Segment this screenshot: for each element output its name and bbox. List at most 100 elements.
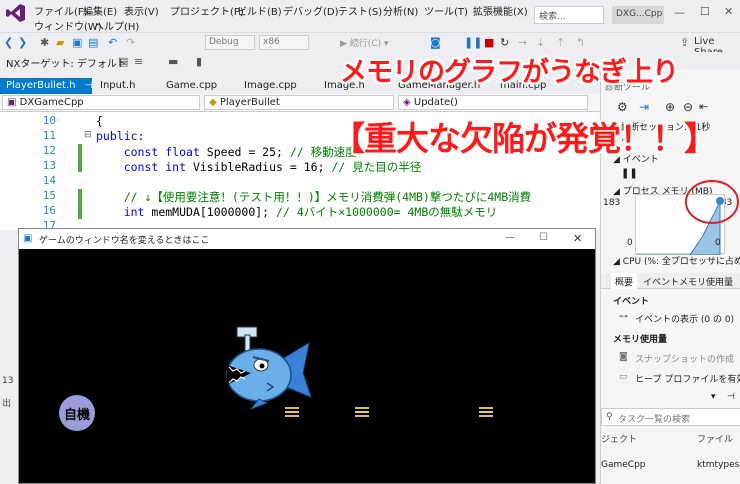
code-line: int memMUDA[1000000]; // 4バイト×1000000= 4… <box>123 205 498 219</box>
save-icon[interactable]: ▣ <box>72 36 82 49</box>
comment-icon[interactable]: ▬ <box>168 55 178 68</box>
forward-icon[interactable]: ❯ <box>18 36 27 49</box>
panel-pin-icon[interactable]: ⊣ <box>727 392 735 402</box>
menu-debug[interactable]: デバッグ(D) <box>283 3 339 18</box>
align-icon[interactable]: ≡ <box>134 55 143 68</box>
events-section-title: イベント <box>613 297 650 307</box>
line-number: 16 <box>42 204 56 217</box>
continue-button[interactable]: ▶ 続行(C) ▾ <box>340 36 388 49</box>
camera-snapshot-icon: ◙ <box>619 352 628 362</box>
menu-file[interactable]: ファイル(F) <box>34 3 88 18</box>
tab-memory-usage[interactable]: メモリ使用量 <box>675 273 737 289</box>
show-events-link[interactable]: イベントの表示 (0 の 0) <box>635 312 734 325</box>
highlight-circle <box>685 180 739 224</box>
overlay-caption-2: 【重大な欠陥が発覚！！】 <box>332 119 717 158</box>
visual-studio-logo-icon <box>6 4 25 22</box>
save-all-icon[interactable]: ▤ <box>88 36 98 49</box>
menu-bar: ファイル(F) 編集(E) 表示(V) プロジェクト(P) ビルド(B) デバッ… <box>0 0 740 33</box>
pause-icon[interactable]: ❚❚ <box>464 36 482 49</box>
cpu-header[interactable]: ◢ CPU (%: 全プロセッサに占める... <box>613 254 740 267</box>
method-icon: ◈ <box>403 97 414 108</box>
search-input[interactable]: 検索... <box>534 6 604 24</box>
code-line: { <box>96 114 103 128</box>
close-icon[interactable]: ✕ <box>724 5 733 18</box>
game-window[interactable]: ▣ ゲームのウィンドウ名を変えるときはここ — ☐ ✕ 自機 <box>18 228 596 484</box>
overlay-caption-1: メモリのグラフがうなぎ上り <box>340 57 679 88</box>
class-dropdown[interactable]: ◆ PlayerBullet <box>204 95 394 110</box>
menu-extensions[interactable]: 拡張機能(X) <box>473 3 528 18</box>
game-maximize-button[interactable]: ☐ <box>539 232 548 243</box>
maximize-icon[interactable]: ☐ <box>700 5 710 18</box>
take-snapshot-button[interactable]: スナップショットの作成 <box>635 352 734 365</box>
line-number: 12 <box>42 144 56 157</box>
task-search-box[interactable]: ⚲ タスク一覧の検索 <box>601 408 740 426</box>
search-icon: ⚲ <box>606 412 613 422</box>
menu-analyze[interactable]: 分析(N) <box>383 3 418 18</box>
game-window-titlebar: ▣ ゲームのウィンドウ名を変えるときはここ — ☐ ✕ <box>19 229 595 249</box>
game-minimize-button[interactable]: — <box>505 232 515 243</box>
pause-recording-icon[interactable]: ❚❚ <box>621 168 638 179</box>
task-search-input[interactable]: タスク一覧の検索 <box>618 412 690 425</box>
menu-tools[interactable]: ツール(T) <box>424 3 468 18</box>
panel-dropdown-icon[interactable]: ▾ <box>711 392 716 402</box>
menu-help[interactable]: ヘルプ(H) <box>94 18 139 33</box>
menu-edit[interactable]: 編集(E) <box>83 3 117 18</box>
code-line: const float Speed = 25; // 移動速度 <box>123 145 357 159</box>
nx-target-label[interactable]: NXターゲット: デフォルト <box>6 55 127 70</box>
tab-image-cpp[interactable]: Image.cpp <box>238 78 303 94</box>
player-bullet <box>355 407 369 417</box>
menu-build[interactable]: ビルド(B) <box>237 3 282 18</box>
memory-max-left: 183 <box>603 198 621 208</box>
camera-icon[interactable]: ◙ <box>430 36 441 49</box>
line-number-gutter: 10 11 12 13 14 15 16 17 <box>0 112 62 232</box>
code-line: // ↓【使用要注意！(テスト用！！)】メモリ消費弾(4MB)撃つたびに4MB消… <box>123 190 532 204</box>
task-row-file: ktmtypes.h <box>697 460 740 470</box>
heap-profile-toggle[interactable]: ヒープ プロファイルを有効に <box>635 372 740 385</box>
menu-view[interactable]: 表示(V) <box>124 3 159 18</box>
heap-icon: ▭ <box>619 372 628 382</box>
game-window-title: ゲームのウィンドウ名を変えるときはここ <box>39 236 210 246</box>
project-dropdown[interactable]: ▣ DXGameCpp <box>2 95 200 110</box>
platform-select[interactable]: x86 <box>259 35 309 50</box>
tab-input-h[interactable]: Input.h <box>94 78 141 94</box>
stop-icon[interactable]: ■ <box>484 36 494 49</box>
redo-icon[interactable]: ↷ <box>126 36 135 49</box>
step-into-icon[interactable]: ⇣ <box>536 36 545 49</box>
line-number: 13 <box>42 159 56 172</box>
output-label: 出 <box>2 399 12 409</box>
new-project-icon[interactable]: ✱ <box>40 36 49 49</box>
menu-project[interactable]: プロジェクト(P) <box>170 3 244 18</box>
back-icon[interactable]: ❮ <box>4 36 13 49</box>
restart-icon[interactable]: ↻ <box>500 36 509 49</box>
menu-test[interactable]: テスト(S) <box>338 3 382 18</box>
navigation-bar: ▣ DXGameCpp ◆ PlayerBullet ◈ Update() <box>0 94 600 112</box>
member-dropdown[interactable]: ◈ Update() <box>398 95 588 110</box>
menu-window[interactable]: ウィンドウ(W) <box>34 18 102 33</box>
line-number: 14 <box>42 174 56 187</box>
game-close-button[interactable]: ✕ <box>573 232 582 245</box>
memory-section-title: メモリ使用量 <box>613 335 668 345</box>
tab-playerbullet-h[interactable]: PlayerBullet.h ⊣ ✕ <box>0 78 106 94</box>
player-label: 自機 <box>63 407 90 423</box>
memory-min-right: 0 <box>715 238 721 248</box>
undo-icon[interactable]: ↶ <box>108 36 117 49</box>
left-status-strip: 13 出 <box>0 374 14 484</box>
pin-icon[interactable]: ⊣ <box>85 81 93 91</box>
line-number: 10 <box>42 114 56 127</box>
minimize-icon[interactable]: — <box>674 6 685 19</box>
line-indicator: 13 <box>2 376 14 386</box>
config-select[interactable]: Debug <box>205 35 255 50</box>
step-back-icon[interactable]: ↰ <box>576 36 585 49</box>
collapse-icon[interactable]: ⊟ <box>84 130 92 140</box>
live-share-icon: ⇪ <box>680 36 690 49</box>
tab-summary[interactable]: 概要 <box>611 273 638 289</box>
code-line: public: <box>96 129 145 143</box>
task-col-project[interactable]: ジェクト <box>601 432 637 445</box>
task-col-file[interactable]: ファイル <box>697 432 733 445</box>
tab-game-cpp[interactable]: Game.cpp <box>160 78 223 94</box>
open-folder-icon[interactable]: ▰ <box>56 36 64 49</box>
format-icon[interactable]: ▤ <box>118 55 128 68</box>
bookmark-icon[interactable]: ▮ <box>196 55 202 68</box>
step-out-icon[interactable]: ⇡ <box>556 36 565 49</box>
step-over-icon[interactable]: → <box>518 36 527 49</box>
